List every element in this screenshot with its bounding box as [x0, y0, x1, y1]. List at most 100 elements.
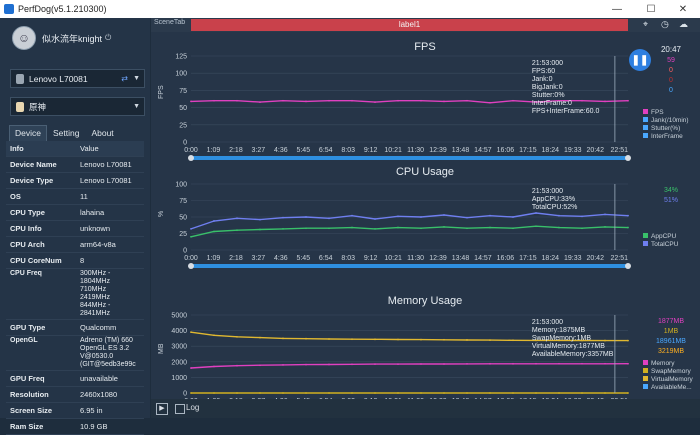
close-button[interactable]: ✕: [666, 0, 700, 18]
info-row: CPU Type lahaina: [6, 205, 144, 221]
location-icon[interactable]: ⌖: [643, 19, 648, 30]
info-line: 300MHz -: [80, 270, 111, 277]
y-tick-label: 50: [179, 215, 187, 222]
data-point: [397, 99, 399, 102]
y-axis-label: FPS: [158, 85, 165, 99]
legend-label: VirtualMemory: [651, 376, 694, 383]
data-point: [512, 392, 514, 394]
x-tick-label-end: 22:51: [610, 147, 628, 154]
data-point: [627, 362, 629, 365]
data-point: [466, 392, 468, 394]
tooltip-line: BigJank:0: [532, 84, 563, 91]
play-icon[interactable]: ▶: [156, 403, 168, 415]
data-point: [190, 235, 192, 238]
legend-swatch: [643, 360, 648, 365]
data-point: [259, 336, 261, 339]
user-name: 似水流年knight: [42, 33, 103, 44]
legend-label: SwapMemory: [651, 368, 691, 375]
legend-swatch: [643, 233, 648, 238]
data-point: [489, 101, 491, 104]
data-point: [397, 363, 399, 366]
scene-tab[interactable]: SceneTab: [154, 19, 185, 26]
avatar[interactable]: ☺: [12, 26, 36, 50]
data-point: [213, 365, 215, 368]
info-key: CPU Type: [10, 208, 45, 217]
minimize-button[interactable]: —: [600, 0, 634, 18]
tooltip-line: 21:53:000: [532, 188, 563, 195]
data-point: [581, 362, 583, 365]
data-point: [351, 338, 353, 341]
data-point: [259, 218, 261, 221]
app-selector[interactable]: 原神 ▼: [10, 97, 145, 116]
data-point: [420, 363, 422, 365]
legend-label: AvailableMe...: [651, 384, 692, 391]
tab-about[interactable]: About: [85, 125, 119, 141]
data-point: [489, 214, 491, 217]
x-tick-label: 5:45: [296, 147, 310, 154]
data-point: [512, 216, 514, 218]
charts-svg: FPS FPS 0 25 50 75 100 125 0:00 1:09 2:18 3:27 4:36 5…: [158, 41, 694, 399]
info-key: GPU Freq: [10, 374, 45, 383]
log-checkbox[interactable]: [175, 404, 185, 414]
legend-swatch: [643, 133, 648, 138]
x-tick-label: 10:21: [384, 147, 402, 154]
legend-swatch: [643, 241, 648, 246]
data-point: [328, 227, 330, 230]
chevron-down-icon: ▼: [133, 103, 140, 110]
data-point: [604, 226, 606, 228]
data-point: [328, 392, 330, 394]
cloud-icon[interactable]: ☁: [679, 19, 688, 30]
right-value: 59: [667, 57, 675, 64]
tab-device[interactable]: Device: [9, 125, 47, 141]
legend-swatch: [643, 376, 648, 381]
data-point: [627, 226, 629, 229]
data-point: [443, 226, 445, 228]
x-tick-label: 6:54: [319, 255, 333, 262]
legend-label: Jank(/10min): [651, 117, 689, 124]
data-point: [397, 338, 399, 341]
left-panel: ☺ 似水流年knight ⏻ Lenovo L70081 ⇄ ▼ 原神 ▼ De…: [0, 18, 150, 435]
y-axis-label: MB: [158, 343, 165, 354]
user-box: ☺ 似水流年knight ⏻: [12, 26, 111, 50]
right-value: 0: [669, 87, 673, 94]
data-point: [213, 392, 215, 394]
scene-tab-bar: SceneTab label1 ⌖ ◷ ☁: [151, 18, 700, 32]
info-header: Info Value: [6, 141, 144, 157]
data-point: [259, 392, 261, 394]
x-tick-label: 11:30: [407, 255, 424, 262]
info-key: CPU CoreNum: [10, 256, 62, 265]
data-point: [351, 214, 353, 217]
data-point: [535, 225, 537, 228]
label-bar[interactable]: label1: [191, 19, 628, 31]
device-selector[interactable]: Lenovo L70081 ⇄ ▼: [10, 69, 145, 88]
stopwatch-icon[interactable]: ◷: [661, 19, 669, 30]
chart-title: Memory Usage: [388, 295, 463, 307]
info-line: 2419MHz: [80, 294, 110, 301]
data-point: [443, 392, 445, 394]
power-icon[interactable]: ⏻: [105, 33, 111, 43]
x-tick-label: 6:54: [319, 147, 333, 154]
info-value: 8: [80, 256, 85, 265]
maximize-button[interactable]: ☐: [634, 0, 668, 18]
data-point: [627, 339, 629, 342]
time-slider-handle-end: [625, 155, 631, 161]
time-slider: [191, 156, 628, 160]
chart-title: CPU Usage: [396, 166, 454, 178]
tooltip-line: FPS:60: [532, 68, 555, 75]
info-value: Lenovo L70081: [80, 160, 132, 169]
data-point: [282, 364, 284, 366]
legend-swatch: [643, 125, 648, 130]
info-key: CPU Arch: [10, 240, 45, 249]
app-selector-value: 原神: [29, 101, 47, 112]
data-point: [259, 228, 261, 231]
tab-setting[interactable]: Setting: [47, 125, 85, 141]
data-point: [535, 212, 537, 214]
data-point: [627, 99, 629, 102]
data-point: [236, 335, 238, 338]
time-slider: [191, 264, 628, 268]
data-point: [305, 392, 307, 394]
info-row: Resolution 2460x1080: [6, 387, 144, 403]
info-value: lahaina: [80, 208, 105, 217]
data-point: [604, 362, 606, 365]
data-point: [466, 339, 468, 341]
